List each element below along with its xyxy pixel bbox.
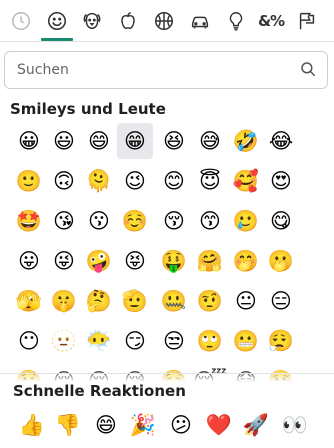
- dog-icon: [83, 12, 101, 30]
- quick-reaction-button[interactable]: ❤️: [201, 407, 237, 443]
- emoji-cell[interactable]: 😀: [11, 123, 47, 159]
- tabs-divider: [0, 41, 334, 42]
- emoji-cell[interactable]: 😑: [263, 283, 299, 319]
- emoji-cell[interactable]: 😊: [156, 163, 192, 199]
- clock-icon: [12, 12, 30, 30]
- emoji-cell[interactable]: 😉: [117, 163, 153, 199]
- emoji-cell[interactable]: 😃: [46, 123, 82, 159]
- emoji-cell[interactable]: 😘: [46, 203, 82, 239]
- emoji-cell[interactable]: 🫢: [263, 243, 299, 279]
- symbols-icon: &%: [257, 12, 285, 30]
- section-title: Smileys und Leute: [10, 100, 166, 118]
- emoji-cell[interactable]: 🙂: [11, 163, 47, 199]
- emoji-cell[interactable]: 🫠: [81, 163, 117, 199]
- emoji-cell[interactable]: 😝: [117, 243, 153, 279]
- quick-reaction-button[interactable]: 😄: [88, 407, 124, 443]
- quick-reaction-button[interactable]: 👍: [14, 407, 50, 443]
- objects-tab[interactable]: [223, 8, 249, 34]
- emoji-cell[interactable]: 😐: [228, 283, 264, 319]
- quick-reaction-button[interactable]: 👎: [50, 407, 86, 443]
- quick-reactions: 👍 👎 😄 🎉 😕 ❤️ 🚀 👀: [0, 407, 334, 445]
- quick-reaction-button[interactable]: 😕: [163, 407, 199, 443]
- emoji-cell[interactable]: 😋: [263, 203, 299, 239]
- quick-reaction-button[interactable]: 🎉: [125, 407, 161, 443]
- car-icon: [191, 16, 209, 29]
- emoji-cell[interactable]: 😜: [46, 243, 82, 279]
- emoji-grid: 😀 😃 😄 😁 😆 😅 🤣 😂 🙂 🙃 🫠 😉 😊 😇 🥰 😍 🤩 😘 😗 ☺️ 😚 😙 🥲 😋 😛 😜 🤪 😝 🤑 🤗 🤭 🫢 🫣 🤫 🤔 🫡 🤐 🤨 😐…: [0, 120, 334, 382]
- flag-icon: [299, 12, 315, 30]
- emoji-cell[interactable]: 😆: [156, 123, 192, 159]
- quick-reaction-button[interactable]: 🚀: [238, 407, 274, 443]
- search-icon[interactable]: [299, 60, 317, 78]
- activities-tab[interactable]: [151, 8, 177, 34]
- emoji-cell[interactable]: 🤣: [228, 123, 264, 159]
- emoji-cell[interactable]: 😄: [81, 123, 117, 159]
- emoji-cell[interactable]: 😂: [263, 123, 299, 159]
- emoji-cell[interactable]: 😚: [156, 203, 192, 239]
- emoji-cell[interactable]: 😏: [117, 323, 153, 359]
- emoji-cell[interactable]: 😙: [192, 203, 228, 239]
- emoji-cell[interactable]: ☺️: [117, 203, 153, 239]
- emoji-cell[interactable]: 🫣: [11, 283, 47, 319]
- quick-divider: [0, 373, 334, 374]
- emoji-cell[interactable]: 🙃: [46, 163, 82, 199]
- emoji-cell[interactable]: 😛: [11, 243, 47, 279]
- emoji-cell[interactable]: 😁: [117, 123, 153, 159]
- lightbulb-icon: [229, 12, 243, 31]
- apple-icon: [121, 12, 135, 30]
- emoji-cell[interactable]: 😇: [192, 163, 228, 199]
- emoji-cell[interactable]: 😶: [11, 323, 47, 359]
- recent-tab[interactable]: [8, 8, 34, 34]
- search-box: [4, 51, 328, 89]
- food-tab[interactable]: [115, 8, 141, 34]
- basketball-icon: [155, 12, 173, 30]
- category-tabs: &%: [0, 0, 334, 42]
- emoji-cell[interactable]: 🤐: [156, 283, 192, 319]
- emoji-cell[interactable]: 😮‍💨: [263, 323, 299, 359]
- emoji-cell[interactable]: 🤭: [228, 243, 264, 279]
- emoji-picker: &% Smileys und Leute 😀😃😄😁😆😅🤣😂🙂🙃🫠😉😊😇🥰😍🤩😘😗…: [0, 0, 334, 448]
- emoji-cell[interactable]: 🤔: [81, 283, 117, 319]
- travel-tab[interactable]: [187, 8, 213, 34]
- emoji-cell[interactable]: 😶‍🌫️: [81, 323, 117, 359]
- search-input[interactable]: [17, 60, 287, 80]
- emoji-cell[interactable]: 🥰: [228, 163, 264, 199]
- flags-tab[interactable]: [294, 8, 320, 34]
- animals-tab[interactable]: [79, 8, 105, 34]
- grid-fade: [0, 368, 334, 382]
- emoji-cell[interactable]: 😬: [228, 323, 264, 359]
- emoji-cell[interactable]: 😗: [81, 203, 117, 239]
- emoji-cell[interactable]: 🫡: [117, 283, 153, 319]
- emoji-cell[interactable]: 🤩: [11, 203, 47, 239]
- quick-reactions-title: Schnelle Reaktionen: [13, 382, 186, 400]
- emoji-cell[interactable]: 🤪: [81, 243, 117, 279]
- smileys-tab[interactable]: [44, 8, 70, 34]
- emoji-cell[interactable]: 🙄: [192, 323, 228, 359]
- emoji-cell[interactable]: 😅: [192, 123, 228, 159]
- quick-reaction-button[interactable]: 👀: [277, 407, 313, 443]
- emoji-cell[interactable]: 😍: [263, 163, 299, 199]
- smiley-icon: [47, 11, 67, 31]
- symbols-tab[interactable]: &%: [257, 8, 285, 34]
- emoji-cell[interactable]: 😒: [156, 323, 192, 359]
- emoji-cell[interactable]: 🤫: [46, 283, 82, 319]
- emoji-cell[interactable]: 🤨: [192, 283, 228, 319]
- emoji-cell[interactable]: 🤗: [192, 243, 228, 279]
- emoji-cell[interactable]: 🥲: [228, 203, 264, 239]
- emoji-cell[interactable]: 🤑: [156, 243, 192, 279]
- emoji-cell[interactable]: 🫥: [46, 323, 82, 359]
